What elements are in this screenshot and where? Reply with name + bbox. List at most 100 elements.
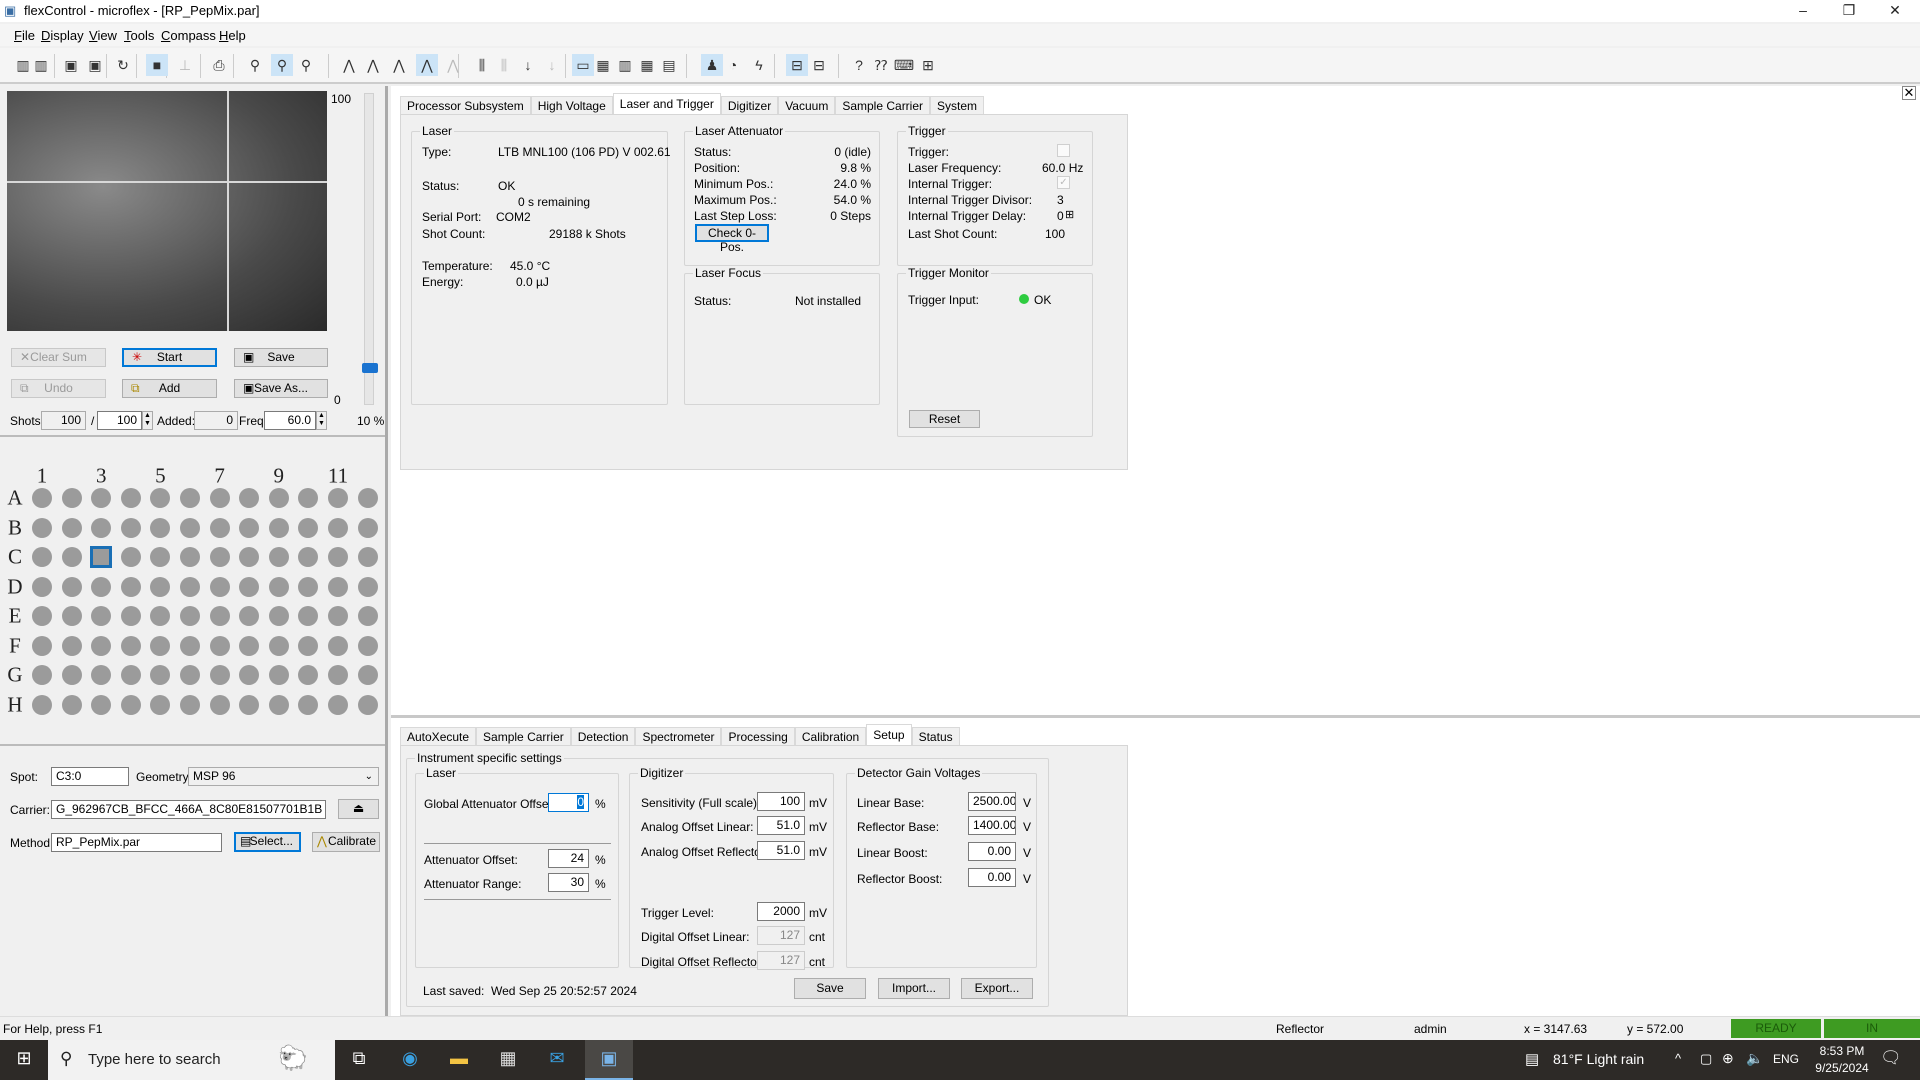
tab-setup[interactable]: Setup xyxy=(866,724,912,745)
print-icon[interactable]: ⎙ xyxy=(208,54,230,76)
sample-spot[interactable] xyxy=(120,547,141,567)
sample-spot[interactable] xyxy=(357,517,378,538)
sample-spot[interactable] xyxy=(61,488,82,508)
tab-system[interactable]: System xyxy=(930,96,985,114)
sample-spot[interactable] xyxy=(91,665,112,685)
sample-spot[interactable] xyxy=(91,517,112,538)
spectrum-peak-icon[interactable]: ⋀ xyxy=(416,54,438,76)
sample-spot[interactable] xyxy=(91,606,112,626)
sample-spot[interactable] xyxy=(268,576,289,597)
sample-spot[interactable] xyxy=(180,576,200,597)
sample-spot[interactable] xyxy=(120,606,141,626)
sample-spot[interactable] xyxy=(150,606,171,626)
export-button[interactable]: Export... xyxy=(961,978,1033,999)
news-icon[interactable]: ▤ xyxy=(1525,1050,1539,1068)
windows-start-icon[interactable]: ⊞ xyxy=(4,1048,44,1069)
layout-2-icon[interactable]: ▦ xyxy=(592,54,614,76)
sample-spot[interactable] xyxy=(298,665,319,685)
spot-field[interactable]: C3:0 xyxy=(51,767,129,786)
menu-file[interactable]: File xyxy=(14,28,35,43)
layout-5-icon[interactable]: ▤ xyxy=(658,54,680,76)
sample-spot[interactable] xyxy=(150,635,171,656)
timer-icon[interactable]: ◔ xyxy=(722,54,744,76)
sample-spot[interactable] xyxy=(239,517,260,538)
sample-spot[interactable] xyxy=(91,635,112,656)
sample-spot[interactable] xyxy=(298,517,319,538)
sample-spot[interactable] xyxy=(120,517,141,538)
sample-spot[interactable] xyxy=(61,694,82,715)
flexcontrol-taskbar-button[interactable]: ▣ xyxy=(585,1040,633,1080)
digitizer-value-field[interactable]: 51.0 xyxy=(757,841,805,860)
layout-3-icon[interactable]: ▥ xyxy=(614,54,636,76)
spectrum-stack-2-icon[interactable]: ⫼ xyxy=(493,54,515,76)
internal-trigger-checkbox[interactable]: ✓ xyxy=(1057,176,1070,189)
sample-spot[interactable] xyxy=(32,488,52,508)
network-icon[interactable]: ⊕ xyxy=(1722,1050,1734,1067)
language-indicator[interactable]: ENG xyxy=(1773,1052,1799,1066)
clock[interactable]: 8:53 PM 9/25/2024 xyxy=(1812,1043,1872,1077)
delay-spinner-icon[interactable]: ⊞ xyxy=(1065,208,1074,221)
tab-processor-subsystem[interactable]: Processor Subsystem xyxy=(400,96,531,114)
sample-spot[interactable] xyxy=(61,635,82,656)
sample-spot[interactable] xyxy=(32,576,52,597)
minimize-button[interactable]: – xyxy=(1780,0,1826,22)
sample-spot[interactable] xyxy=(328,606,348,626)
notifications-icon[interactable]: 🗨 xyxy=(1880,1048,1902,1068)
menu-view[interactable]: View xyxy=(89,28,117,43)
geometry-select[interactable]: MSP 96 ⌄ xyxy=(188,767,379,786)
sample-spot[interactable] xyxy=(91,488,112,508)
sample-spot[interactable] xyxy=(357,488,378,508)
tab-calibration[interactable]: Calibration xyxy=(794,727,867,745)
meet-icon[interactable]: ▢ xyxy=(1700,1051,1712,1067)
sample-spot[interactable] xyxy=(298,694,319,715)
sample-spot[interactable] xyxy=(209,517,230,538)
volume-icon[interactable]: 🔈 xyxy=(1746,1050,1763,1067)
sample-spot[interactable] xyxy=(239,665,260,685)
sample-spot[interactable] xyxy=(328,488,348,508)
sample-spot[interactable] xyxy=(61,547,82,567)
sample-spot[interactable] xyxy=(268,694,289,715)
sample-spot[interactable] xyxy=(120,488,141,508)
help-icon[interactable]: ? xyxy=(848,54,870,76)
menu-tools[interactable]: Tools xyxy=(124,28,154,43)
tab-sample-carrier[interactable]: Sample Carrier xyxy=(476,727,571,745)
sample-spot[interactable] xyxy=(298,576,319,597)
sample-spot[interactable] xyxy=(239,488,260,508)
maximize-button[interactable]: ❐ xyxy=(1826,0,1872,22)
sample-spot[interactable] xyxy=(91,576,112,597)
sample-spot[interactable] xyxy=(150,694,171,715)
tab-detection[interactable]: Detection xyxy=(570,727,636,745)
sample-spot[interactable] xyxy=(357,576,378,597)
sample-spot[interactable] xyxy=(298,606,319,626)
sample-spot[interactable] xyxy=(120,576,141,597)
select-method-button[interactable]: ▤ Select... xyxy=(234,832,301,852)
sample-spot[interactable] xyxy=(209,635,230,656)
global-attenuator-offset-field[interactable]: 0 xyxy=(548,793,589,812)
sample-spot[interactable] xyxy=(328,694,348,715)
menu-display[interactable]: Display xyxy=(41,28,84,43)
person-icon[interactable]: ♟ xyxy=(701,54,723,76)
edge-icon[interactable]: ◉ xyxy=(390,1048,430,1069)
peak-down-icon[interactable]: ⋀ xyxy=(362,54,384,76)
attenuator-offset-field[interactable]: 24 xyxy=(548,849,589,868)
task-view-icon[interactable]: ⧉ xyxy=(339,1048,379,1069)
laser-icon[interactable]: ϟ xyxy=(748,54,770,76)
sample-spot[interactable] xyxy=(268,488,289,508)
detector-value-field[interactable]: 0.00 xyxy=(968,868,1016,887)
arrow-down-icon[interactable]: ↓ xyxy=(517,54,539,76)
sample-spot[interactable] xyxy=(357,635,378,656)
sample-spot[interactable] xyxy=(120,694,141,715)
sample-spot[interactable] xyxy=(357,606,378,626)
sample-spot[interactable] xyxy=(180,606,200,626)
sample-spot[interactable] xyxy=(150,665,171,685)
sample-spot[interactable] xyxy=(32,517,52,538)
detector-value-field[interactable]: 1400.00 xyxy=(968,816,1016,835)
sample-spot[interactable] xyxy=(32,665,52,685)
mail-icon[interactable]: ✉ xyxy=(537,1048,577,1069)
sample-spot[interactable] xyxy=(298,488,319,508)
tab-autoxecute[interactable]: AutoXecute xyxy=(400,727,477,745)
reset-button[interactable]: Reset xyxy=(909,410,980,428)
sample-spot[interactable] xyxy=(180,517,200,538)
computer-icon[interactable]: ⌨ xyxy=(893,54,915,76)
sample-spot[interactable] xyxy=(239,547,260,567)
